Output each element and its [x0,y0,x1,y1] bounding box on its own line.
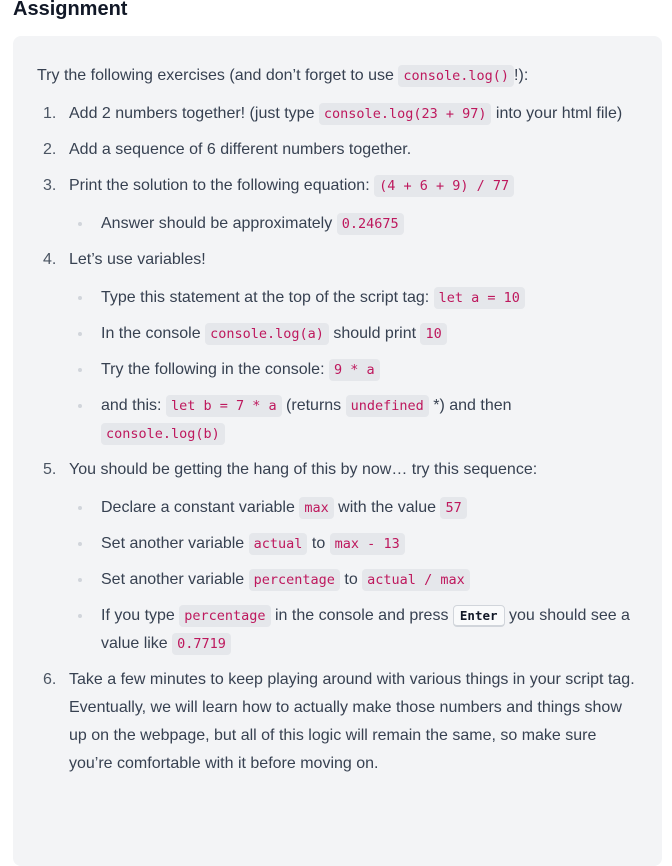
sub-text: Answer should be approximately [101,215,337,232]
bullet-dot [78,404,82,408]
exercise-list: 1. Add 2 numbers together! (just type con… [37,100,638,778]
sub-item: Declare a constant variable max with the… [69,494,638,522]
sub-text: In the console [101,325,206,342]
inline-code: console.log(b) [101,423,225,445]
sub-text: to [307,535,330,552]
sub-item: If you type percentage in the console an… [69,602,638,658]
intro-text-end: !): [514,67,529,84]
inline-code: undefined [345,395,429,417]
bullet-dot [78,368,82,372]
intro-text: Try the following exercises (and don’t f… [37,67,399,84]
inline-code: actual / max [362,569,470,591]
intro-code: console.log() [398,65,515,87]
exercise-number: 3. [43,177,57,194]
sub-text: with the value [333,499,441,516]
exercise-number: 5. [43,461,57,478]
bullet-dot [78,222,82,226]
sub-text: Declare a constant variable [101,499,300,516]
bullet-dot [78,296,82,300]
exercise-text: Add 2 numbers together! (just type [69,105,319,122]
bullet-dot [78,614,82,618]
inline-code: 0.7719 [172,633,231,655]
sub-text: should print [328,325,421,342]
sub-text: to [339,571,363,588]
sub-text: and this: [101,397,166,414]
exercise-text: into your html file) [491,105,623,122]
inline-code: console.log(23 + 97) [318,103,492,125]
sub-text: If you type [101,607,180,624]
exercise-item-4: 4. Let’s use variables! Type this stateme… [37,246,638,448]
sub-item: Try the following in the console: 9 * a [69,356,638,384]
exercise-number: 1. [43,105,57,122]
sub-list: Type this statement at the top of the sc… [69,284,638,448]
exercise-item-1: 1. Add 2 numbers together! (just type con… [37,100,638,128]
sub-text: Try the following in the console: [101,361,329,378]
assignment-heading: Assignment [13,0,128,20]
exercise-text: Print the solution to the following equa… [69,177,375,194]
sub-list: Answer should be approximately 0.24675 [69,210,638,238]
inline-code: 10 [420,323,447,345]
inline-code: let b = 7 * a [165,395,282,417]
sub-item: and this: let b = 7 * a (returns undefin… [69,392,638,448]
exercise-item-5: 5. You should be getting the hang of this… [37,456,638,658]
exercise-text: You should be getting the hang of this b… [69,461,538,478]
sub-item: Type this statement at the top of the sc… [69,284,638,312]
inline-code: console.log(a) [205,323,329,345]
inline-code: max - 13 [329,533,405,555]
inline-code: actual [248,533,308,555]
inline-code: percentage [248,569,340,591]
enter-key: Enter [452,605,505,627]
sub-text: Set another variable [101,571,249,588]
inline-code: 0.24675 [336,213,404,235]
exercise-text: Let’s use variables! [69,251,206,268]
bullet-dot [78,506,82,510]
inline-code: max [299,497,334,519]
exercise-item-2: 2. Add a sequence of 6 different numbers … [37,136,638,164]
inline-code: let a = 10 [433,287,525,309]
intro-paragraph: Try the following exercises (and don’t f… [37,62,638,90]
sub-list: Declare a constant variable max with the… [69,494,638,658]
sub-item: In the console console.log(a) should pri… [69,320,638,348]
bullet-dot [78,578,82,582]
exercise-number: 6. [43,671,57,688]
exercise-text: Take a few minutes to keep playing aroun… [69,671,635,772]
sub-text: *) and then [428,397,512,414]
exercise-text: Add a sequence of 6 different numbers to… [69,141,412,158]
inline-code: 57 [440,497,467,519]
exercise-item-6: 6. Take a few minutes to keep playing aro… [37,666,638,778]
sub-item: Set another variable percentage to actua… [69,566,638,594]
sub-text: (returns [281,397,346,414]
sub-text: Type this statement at the top of the sc… [101,289,434,306]
bullet-dot [78,332,82,336]
inline-code: percentage [179,605,271,627]
exercise-item-3: 3. Print the solution to the following eq… [37,172,638,238]
assignment-card: Try the following exercises (and don’t f… [13,36,662,866]
sub-item: Set another variable actual to max - 13 [69,530,638,558]
exercise-number: 2. [43,141,57,158]
exercise-number: 4. [43,251,57,268]
bullet-dot [78,542,82,546]
inline-code: 9 * a [328,359,380,381]
sub-text: in the console and press [270,607,453,624]
inline-code: (4 + 6 + 9) / 77 [374,175,515,197]
sub-item: Answer should be approximately 0.24675 [69,210,638,238]
sub-text: Set another variable [101,535,249,552]
